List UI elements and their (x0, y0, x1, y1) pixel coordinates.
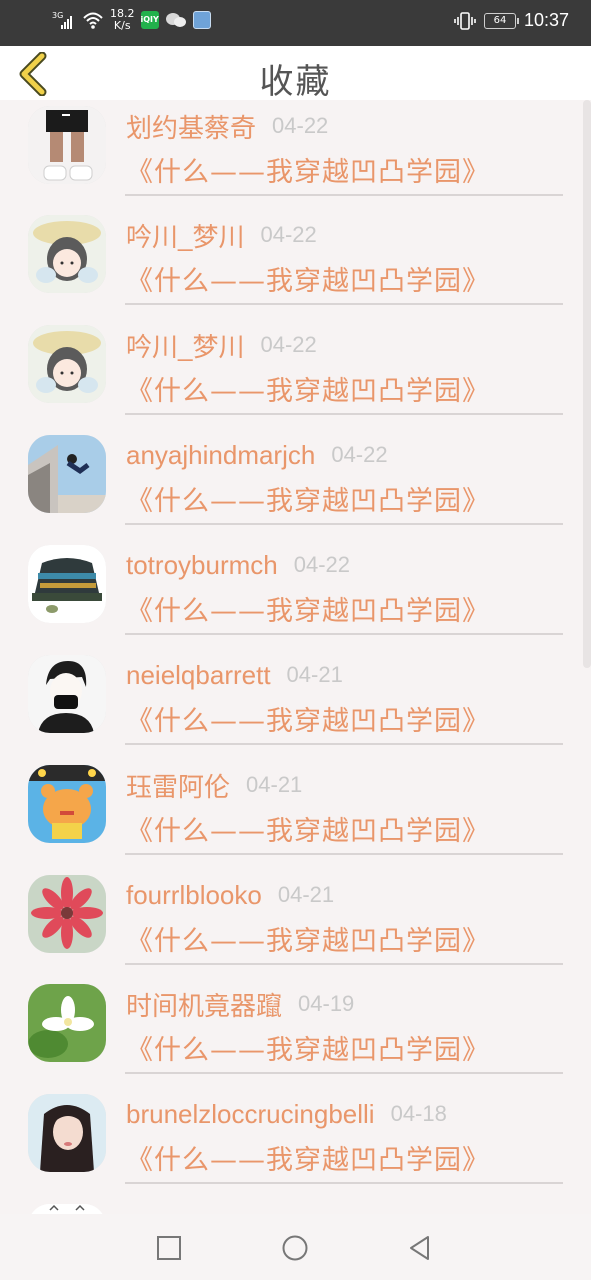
home-button[interactable] (281, 1234, 309, 1262)
date: 04-22 (272, 113, 329, 138)
list-item[interactable]: 时间机竟器躥 04-19 《什么——我穿越凹凸学园》 (0, 984, 591, 1094)
list-item[interactable]: fourrlblooko 04-21 《什么——我穿越凹凸学园》 (0, 875, 591, 985)
username: 吟川_梦川 (126, 331, 245, 362)
book-title: 《什么——我穿越凹凸学园》 (126, 376, 490, 407)
avatar (28, 765, 106, 843)
username: brunelzloccrucingbelli (126, 1098, 375, 1129)
date: 04-22 (331, 442, 388, 467)
header: 收藏 (0, 46, 591, 102)
favorites-list: 划约基蔡奇 04-22 《什么——我穿越凹凸学园》 吟川_梦川 04-22 《什么—… (0, 100, 591, 1214)
divider (125, 963, 563, 965)
list-item[interactable]: 吟川_梦川 04-22 《什么——我穿越凹凸学园》 (0, 325, 591, 435)
divider (125, 413, 563, 415)
date: 04-22 (260, 222, 317, 247)
username: neielqbarrett (126, 659, 271, 690)
list-item[interactable]: 划约基蔡奇 04-22 《什么——我穿越凹凸学园》 (0, 106, 591, 216)
book-title: 《什么——我穿越凹凸学园》 (126, 596, 490, 627)
divider (125, 303, 563, 305)
divider (125, 853, 563, 855)
status-right: 64 10:37 (454, 10, 569, 31)
network-speed: 18.2 K/s (110, 8, 135, 32)
date: 04-21 (277, 882, 335, 907)
book-title: 《什么——我穿越凹凸学园》 (126, 816, 490, 847)
book-title: 《什么——我穿越凹凸学园》 (126, 157, 490, 188)
book-title: 《什么——我穿越凹凸学园》 (126, 266, 490, 297)
username: anyajhindmarjch (126, 439, 316, 470)
signal-icon: 3G (52, 9, 76, 31)
divider (125, 194, 563, 196)
avatar (28, 545, 106, 623)
list-item[interactable]: brunelzloccrucingbelli 04-18 《什么——我穿越凹凸学园… (0, 1094, 591, 1204)
avatar (28, 875, 106, 953)
avatar (28, 655, 106, 733)
list-item[interactable]: neielqbarrett 04-21 《什么——我穿越凹凸学园》 (0, 655, 591, 765)
app-notification-icon (192, 11, 211, 29)
date: 04-19 (298, 991, 355, 1016)
book-title: 《什么——我穿越凹凸学园》 (126, 926, 490, 957)
scrollbar[interactable] (583, 100, 591, 668)
wifi-icon (83, 12, 103, 29)
username: 珏雷阿伦 (126, 771, 231, 802)
battery-icon: 64 (483, 12, 519, 29)
avatar (28, 435, 106, 513)
status-bar: 3G 18.2 K/s iQIY 64 10:37 (0, 0, 591, 46)
book-title: 《什么——我穿越凹凸学园》 (126, 706, 490, 737)
page-title: 收藏 (259, 62, 332, 102)
username: fourrlblooko (126, 879, 262, 910)
back-nav-button[interactable] (406, 1234, 434, 1262)
list-item[interactable]: totroyburmch 04-22 《什么——我穿越凹凸学园》 (0, 545, 591, 655)
book-title: 《什么——我穿越凹凸学园》 (126, 1035, 490, 1066)
list-item[interactable]: 珏雷阿伦 04-21 《什么——我穿越凹凸学园》 (0, 765, 591, 875)
date: 04-21 (286, 662, 343, 687)
list-item-partial[interactable] (0, 1204, 591, 1214)
avatar (28, 1094, 106, 1172)
username: totroyburmch (126, 549, 278, 580)
date: 04-22 (260, 332, 317, 357)
avatar (28, 1204, 106, 1214)
avatar (28, 106, 106, 184)
list-item[interactable]: anyajhindmarjch 04-22 《什么——我穿越凹凸学园》 (0, 435, 591, 545)
recent-apps-button[interactable] (155, 1234, 183, 1262)
date: 04-22 (293, 552, 351, 577)
book-title: 《什么——我穿越凹凸学园》 (126, 1145, 490, 1176)
navigation-bar (0, 1214, 591, 1280)
speed-unit: K/s (113, 19, 131, 32)
username: 吟川_梦川 (126, 221, 245, 252)
avatar (28, 325, 106, 403)
avatar (28, 984, 106, 1062)
vibrate-icon (454, 11, 476, 30)
date: 04-21 (246, 772, 303, 797)
date: 04-18 (390, 1101, 447, 1126)
avatar (28, 215, 106, 293)
username: 时间机竟器躥 (126, 990, 283, 1021)
status-left: 3G 18.2 K/s iQIY (52, 8, 211, 32)
divider (125, 1182, 563, 1184)
divider (125, 743, 563, 745)
divider (125, 633, 563, 635)
wechat-icon (165, 13, 186, 27)
list-item[interactable]: 吟川_梦川 04-22 《什么——我穿越凹凸学园》 (0, 215, 591, 325)
divider (125, 1072, 563, 1074)
username: 划约基蔡奇 (126, 112, 257, 143)
iqiyi-app-icon: iQIY (140, 11, 159, 29)
book-title: 《什么——我穿越凹凸学园》 (126, 486, 490, 517)
status-time: 10:37 (523, 10, 569, 30)
divider (125, 523, 563, 525)
